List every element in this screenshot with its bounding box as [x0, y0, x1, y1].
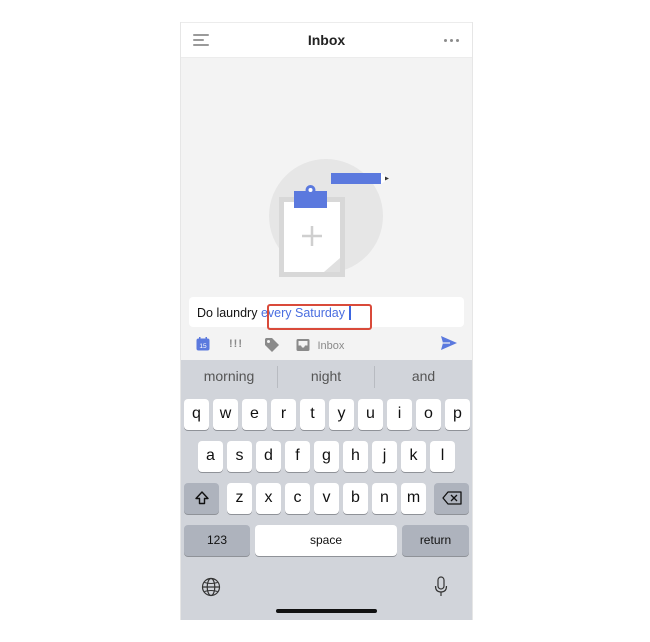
backspace-key[interactable]: [434, 483, 469, 514]
home-indicator[interactable]: [276, 609, 377, 613]
page-title: Inbox: [307, 32, 346, 48]
shift-key[interactable]: [184, 483, 219, 514]
app-header: Inbox: [181, 22, 472, 58]
phone-screen: Inbox Do laundry every Saturday 15 !!! I…: [180, 22, 473, 620]
ios-keyboard: morning night and q w e r t y u i o p a …: [181, 360, 472, 620]
key-b[interactable]: b: [343, 483, 368, 514]
key-g[interactable]: g: [314, 441, 339, 472]
suggestion-3[interactable]: and: [375, 360, 472, 392]
key-j[interactable]: j: [372, 441, 397, 472]
key-p[interactable]: p: [445, 399, 470, 430]
tag-button[interactable]: [264, 337, 280, 358]
key-k[interactable]: k: [401, 441, 426, 472]
priority-label: !!!: [229, 338, 243, 350]
text-cursor: [349, 305, 351, 320]
priority-button[interactable]: !!!: [229, 338, 243, 350]
key-z[interactable]: z: [227, 483, 252, 514]
task-title-text: Do laundry: [197, 306, 258, 320]
list-selector[interactable]: Inbox: [296, 336, 344, 354]
key-y[interactable]: y: [329, 399, 354, 430]
key-n[interactable]: n: [372, 483, 397, 514]
key-c[interactable]: c: [285, 483, 310, 514]
task-input[interactable]: Do laundry every Saturday: [189, 297, 464, 330]
key-m[interactable]: m: [401, 483, 426, 514]
tag-icon: [265, 338, 279, 352]
dictation-button[interactable]: [434, 576, 448, 603]
inbox-tray-icon: [296, 339, 310, 351]
delete-icon: [441, 491, 462, 505]
key-s[interactable]: s: [227, 441, 252, 472]
send-icon: [441, 336, 457, 350]
predictive-bar: morning night and: [181, 360, 472, 392]
key-a[interactable]: a: [198, 441, 223, 472]
space-key[interactable]: space: [255, 525, 397, 556]
key-h[interactable]: h: [343, 441, 368, 472]
key-i[interactable]: i: [387, 399, 412, 430]
key-l[interactable]: l: [430, 441, 455, 472]
calendar-date-number: 15: [199, 343, 207, 350]
numbers-key[interactable]: 123: [184, 525, 250, 556]
quick-add-bar: Do laundry every Saturday 15 !!! Inbox: [181, 290, 472, 360]
suggestion-2[interactable]: night: [278, 360, 374, 392]
key-o[interactable]: o: [416, 399, 441, 430]
key-q[interactable]: q: [184, 399, 209, 430]
task-input-text: Do laundry every Saturday: [197, 305, 351, 320]
shift-icon: [194, 491, 209, 505]
key-u[interactable]: u: [358, 399, 383, 430]
clipboard-illustration: [269, 159, 389, 277]
microphone-icon: [434, 576, 448, 596]
globe-button[interactable]: [201, 577, 221, 602]
key-t[interactable]: t: [300, 399, 325, 430]
key-w[interactable]: w: [213, 399, 238, 430]
recurrence-text: every Saturday: [260, 306, 346, 320]
return-key[interactable]: return: [402, 525, 469, 556]
key-r[interactable]: r: [271, 399, 296, 430]
calendar-icon: 15: [196, 337, 210, 351]
key-e[interactable]: e: [242, 399, 267, 430]
list-label: Inbox: [317, 340, 345, 352]
more-options-icon[interactable]: [444, 39, 460, 43]
key-f[interactable]: f: [285, 441, 310, 472]
date-button[interactable]: 15: [196, 337, 210, 356]
quick-add-toolbar: 15 !!! Inbox: [181, 333, 472, 357]
key-v[interactable]: v: [314, 483, 339, 514]
send-button[interactable]: [440, 335, 458, 356]
globe-icon: [201, 577, 221, 597]
key-x[interactable]: x: [256, 483, 281, 514]
suggestion-1[interactable]: morning: [181, 360, 277, 392]
key-d[interactable]: d: [256, 441, 281, 472]
